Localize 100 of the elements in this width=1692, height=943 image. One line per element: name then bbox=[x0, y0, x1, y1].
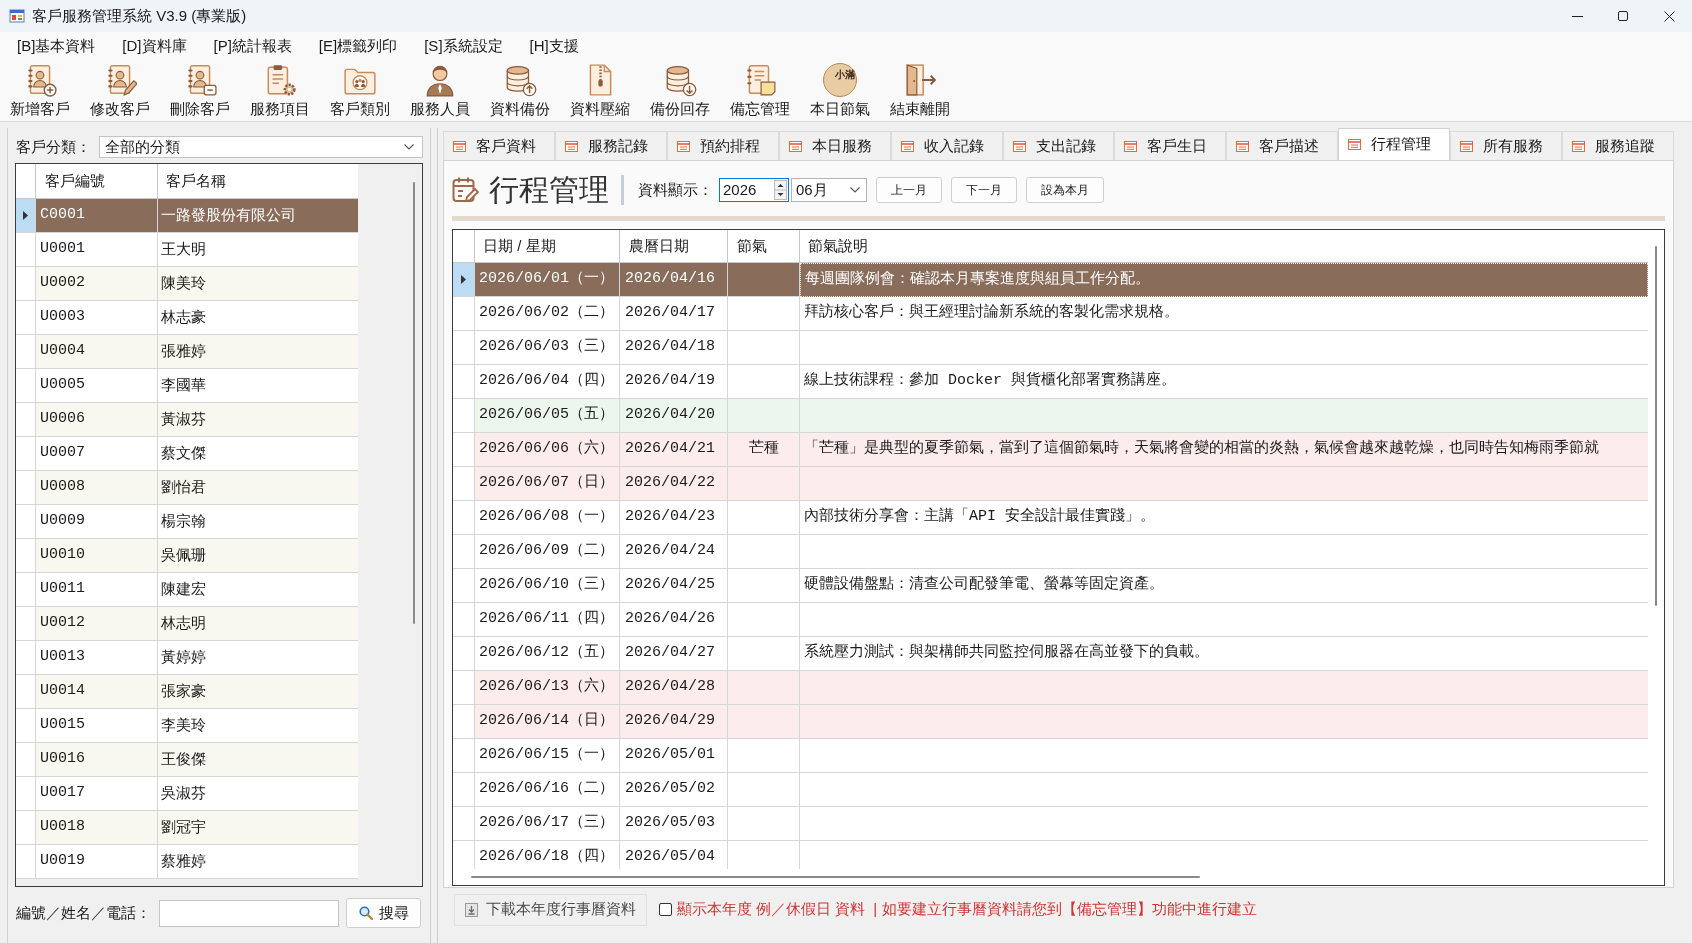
row-header-cell[interactable] bbox=[16, 845, 36, 879]
download-button[interactable]: 下載本年度行事曆資料 bbox=[454, 893, 647, 926]
table-row[interactable]: 2026/06/04（四） 2026/04/19 線上技術課程：參加 Docker 與貨櫃化部署實務講座。 bbox=[453, 365, 1648, 399]
table-row[interactable]: U0013 黃婷婷 bbox=[16, 641, 358, 675]
table-row[interactable]: U0015 李美玲 bbox=[16, 709, 358, 743]
table-row[interactable]: 2026/06/10（三） 2026/04/25 硬體設備盤點：清查公司配發筆電、螢幕等固定資產。 bbox=[453, 569, 1648, 603]
tab[interactable]: 服務追蹤 bbox=[1562, 131, 1674, 160]
row-header-cell[interactable] bbox=[453, 331, 475, 365]
row-header-cell[interactable] bbox=[453, 433, 475, 467]
row-header-cell[interactable] bbox=[16, 607, 36, 641]
row-header-cell[interactable] bbox=[16, 641, 36, 675]
year-spinner[interactable]: 2026 bbox=[719, 178, 789, 202]
toolbar-button[interactable]: 備忘管理 bbox=[720, 62, 800, 120]
row-header-cell[interactable] bbox=[16, 777, 36, 811]
row-header-cell[interactable] bbox=[453, 705, 475, 739]
row-header-cell[interactable] bbox=[16, 709, 36, 743]
tab[interactable]: 客戶描述 bbox=[1226, 131, 1339, 160]
toolbar-button[interactable]: 新增客戶 bbox=[0, 62, 80, 120]
tab[interactable]: 本日服務 bbox=[778, 131, 891, 160]
search-field[interactable] bbox=[159, 899, 339, 927]
row-header-cell[interactable] bbox=[16, 811, 36, 845]
tab[interactable]: 支出記錄 bbox=[1002, 131, 1115, 160]
table-row[interactable]: U0011 陳建宏 bbox=[16, 573, 358, 607]
tab[interactable]: 所有服務 bbox=[1450, 131, 1563, 160]
menu-item[interactable]: [B]基本資料 bbox=[9, 34, 104, 58]
menu-item[interactable]: [P]統計報表 bbox=[205, 34, 300, 58]
table-row[interactable]: 2026/06/16（二） 2026/05/02 bbox=[453, 773, 1648, 807]
row-header-cell[interactable] bbox=[16, 267, 36, 301]
table-row[interactable]: U0010 吳佩珊 bbox=[16, 539, 358, 573]
table-row[interactable]: 2026/06/05（五） 2026/04/20 bbox=[453, 399, 1648, 433]
tab[interactable]: 客戶生日 bbox=[1114, 131, 1227, 160]
toolbar-button[interactable]: 資料壓縮 bbox=[560, 62, 640, 120]
table-row[interactable]: U0018 劉冠宇 bbox=[16, 811, 358, 845]
toolbar-button[interactable]: 服務項目 bbox=[240, 62, 320, 120]
tab[interactable]: 預約排程 bbox=[666, 131, 779, 160]
row-header-cell[interactable] bbox=[16, 233, 36, 267]
row-header-cell[interactable] bbox=[453, 603, 475, 637]
row-header-cell[interactable] bbox=[16, 437, 36, 471]
table-row[interactable]: U0002 陳美玲 bbox=[16, 267, 358, 301]
scrollbar-thumb[interactable] bbox=[1655, 246, 1657, 606]
table-row[interactable]: U0005 李國華 bbox=[16, 369, 358, 403]
table-row[interactable]: U0003 林志豪 bbox=[16, 301, 358, 335]
tab[interactable]: 客戶資料 bbox=[443, 131, 555, 160]
table-row[interactable]: 2026/06/03（三） 2026/04/18 bbox=[453, 331, 1648, 365]
scrollbar-thumb[interactable] bbox=[412, 182, 415, 624]
table-row[interactable]: 2026/06/11（四） 2026/04/26 bbox=[453, 603, 1648, 637]
month-nav-button[interactable]: 上一月 bbox=[876, 177, 942, 203]
checkbox[interactable] bbox=[659, 903, 672, 916]
table-row[interactable]: U0008 劉怡君 bbox=[16, 471, 358, 505]
table-row[interactable]: 2026/06/17（三） 2026/05/03 bbox=[453, 807, 1648, 841]
tab[interactable]: 服務記錄 bbox=[554, 131, 667, 160]
toolbar-button[interactable]: 客戶類別 bbox=[320, 62, 400, 120]
row-header-cell[interactable] bbox=[453, 365, 475, 399]
menu-item[interactable]: [H]支援 bbox=[521, 34, 587, 58]
search-button[interactable]: 搜尋 bbox=[346, 898, 421, 928]
table-row[interactable]: U0019 蔡雅婷 bbox=[16, 845, 358, 879]
tab[interactable]: 行程管理 bbox=[1338, 128, 1451, 160]
toolbar-button[interactable]: 服務人員 bbox=[400, 62, 480, 120]
menu-item[interactable]: [S]系統設定 bbox=[416, 34, 511, 58]
table-row[interactable]: 2026/06/08（一） 2026/04/23 內部技術分享會：主講「API 安全設計最佳實踐」。 bbox=[453, 501, 1648, 535]
row-header-cell[interactable] bbox=[453, 569, 475, 603]
table-row[interactable]: U0014 張家豪 bbox=[16, 675, 358, 709]
row-header-cell[interactable] bbox=[453, 773, 475, 807]
month-nav-button[interactable]: 設為本月 bbox=[1026, 177, 1104, 203]
toolbar-button[interactable]: 修改客戶 bbox=[80, 62, 160, 120]
row-header-cell[interactable] bbox=[453, 297, 475, 331]
row-header-cell[interactable] bbox=[16, 573, 36, 607]
table-row[interactable]: U0007 蔡文傑 bbox=[16, 437, 358, 471]
row-header-cell[interactable] bbox=[16, 505, 36, 539]
row-header-cell[interactable] bbox=[16, 369, 36, 403]
table-row[interactable]: 2026/06/06（六） 2026/04/21 芒種 「芒種」是典型的夏季節氣，當到了這個節氣時，天氣將會變的相當的炎熱，氣候會越來越乾燥，也同時告知梅雨季節就 bbox=[453, 433, 1648, 467]
month-nav-button[interactable]: 下一月 bbox=[951, 177, 1017, 203]
checkbox-label[interactable]: 顯示本年度 例／休假日 資料 bbox=[677, 898, 866, 921]
row-header-cell[interactable] bbox=[453, 399, 475, 433]
table-row[interactable]: 2026/06/07（日） 2026/04/22 bbox=[453, 467, 1648, 501]
row-header-cell[interactable] bbox=[16, 403, 36, 437]
toolbar-button[interactable]: 備份回存 bbox=[640, 62, 720, 120]
toolbar-button[interactable]: 資料備份 bbox=[480, 62, 560, 120]
toolbar-button[interactable]: 小滿 本日節氣 bbox=[800, 62, 880, 120]
category-dropdown[interactable]: 全部的分類 bbox=[99, 136, 423, 158]
table-row[interactable]: U0017 吳淑芬 bbox=[16, 777, 358, 811]
menu-item[interactable]: [D]資料庫 bbox=[114, 34, 195, 58]
row-header-cell[interactable] bbox=[453, 739, 475, 773]
table-row[interactable]: U0001 王大明 bbox=[16, 233, 358, 267]
table-row[interactable]: U0016 王俊傑 bbox=[16, 743, 358, 777]
row-header-cell[interactable] bbox=[16, 539, 36, 573]
table-row[interactable]: 2026/06/15（一） 2026/05/01 bbox=[453, 739, 1648, 773]
menu-item[interactable]: [E]標籤列印 bbox=[310, 34, 406, 58]
row-header-cell[interactable] bbox=[453, 671, 475, 705]
row-header-cell[interactable] bbox=[16, 471, 36, 505]
month-dropdown[interactable]: 06月 bbox=[791, 178, 867, 202]
row-header-cell[interactable] bbox=[16, 743, 36, 777]
toolbar-button[interactable]: 刪除客戶 bbox=[160, 62, 240, 120]
row-header-cell[interactable] bbox=[16, 301, 36, 335]
row-header-cell[interactable] bbox=[16, 675, 36, 709]
table-row[interactable]: 2026/06/09（二） 2026/04/24 bbox=[453, 535, 1648, 569]
toolbar-button[interactable]: 結束離開 bbox=[880, 62, 960, 120]
tab[interactable]: 收入記錄 bbox=[890, 131, 1003, 160]
table-row[interactable]: 2026/06/14（日） 2026/04/29 bbox=[453, 705, 1648, 739]
table-row[interactable]: 2026/06/12（五） 2026/04/27 系統壓力測試：與架構師共同監控伺服器在高並發下的負載。 bbox=[453, 637, 1648, 671]
